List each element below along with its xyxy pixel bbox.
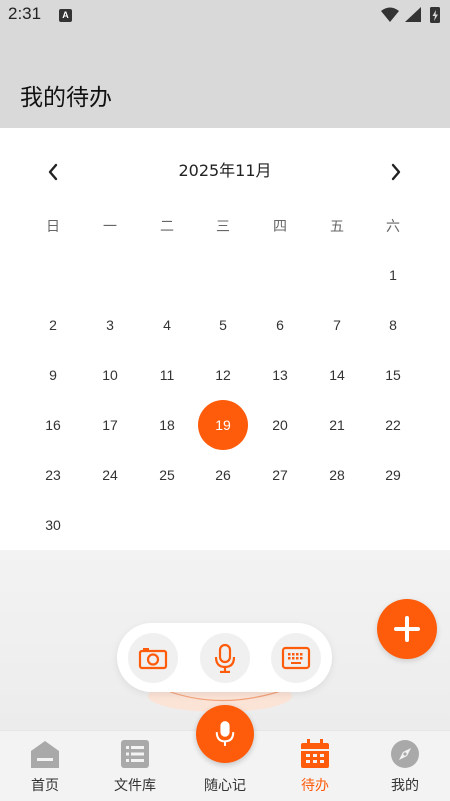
weekday-label: 二 <box>160 219 174 235</box>
nav-todo[interactable]: 待办 <box>270 731 360 801</box>
weekday-label: 一 <box>103 219 117 235</box>
calendar-day[interactable]: 5 <box>203 305 243 345</box>
compass-icon <box>391 740 419 768</box>
calendar-day[interactable]: 22 <box>373 405 413 445</box>
calendar-day[interactable]: 7 <box>317 305 357 345</box>
calendar-day[interactable]: 17 <box>90 405 130 445</box>
calendar-day[interactable]: 30 <box>33 505 73 545</box>
calendar-day[interactable]: 9 <box>33 355 73 395</box>
microphone-icon <box>214 643 236 673</box>
nav-profile[interactable]: 我的 <box>360 731 450 801</box>
calendar-month-title: 2025年11月 <box>178 161 272 180</box>
keyboard-input-button[interactable] <box>271 633 321 683</box>
calendar-day[interactable]: 14 <box>317 355 357 395</box>
chevron-left-icon <box>48 163 58 181</box>
signal-icon <box>405 7 421 22</box>
nav-home-label: 首页 <box>31 778 59 794</box>
calendar-day[interactable]: 13 <box>260 355 300 395</box>
nav-file-library-label: 文件库 <box>114 778 156 794</box>
wifi-icon <box>381 7 399 22</box>
page-header: 我的待办 <box>0 30 450 128</box>
nav-todo-label: 待办 <box>301 778 329 794</box>
calendar-day[interactable]: 6 <box>260 305 300 345</box>
weekday-label: 四 <box>273 219 287 235</box>
status-time: 2:31 <box>8 4 42 23</box>
voice-note-button[interactable] <box>196 705 254 763</box>
weekday-label: 三 <box>216 219 230 235</box>
previous-month-button[interactable] <box>41 158 65 186</box>
calendar-day-selected[interactable]: 19 <box>198 400 248 450</box>
calendar-day[interactable]: 23 <box>33 455 73 495</box>
nav-home[interactable]: 首页 <box>0 731 90 801</box>
voice-record-button[interactable] <box>200 633 250 683</box>
calendar-icon <box>301 739 329 768</box>
camera-button[interactable] <box>128 633 178 683</box>
calendar-day[interactable]: 24 <box>90 455 130 495</box>
calendar-day[interactable]: 8 <box>373 305 413 345</box>
nav-profile-label: 我的 <box>391 778 419 794</box>
calendar-day[interactable]: 29 <box>373 455 413 495</box>
calendar-day[interactable]: 10 <box>90 355 130 395</box>
calendar-day[interactable]: 11 <box>147 355 187 395</box>
weekday-label: 五 <box>330 219 344 235</box>
calendar: 2025年11月 日一二三四五六 1 2 3 4 5 6 7 8 9 10 11 12 13 14 15 16… <box>0 128 450 550</box>
weekday-label: 六 <box>386 219 400 235</box>
calendar-day[interactable]: 20 <box>260 405 300 445</box>
calendar-day[interactable]: 26 <box>203 455 243 495</box>
add-todo-button[interactable] <box>377 599 437 659</box>
calendar-day[interactable]: 4 <box>147 305 187 345</box>
notification-badge: A <box>59 9 72 22</box>
chevron-right-icon <box>391 163 401 181</box>
calendar-day[interactable]: 28 <box>317 455 357 495</box>
weekday-label: 日 <box>46 219 60 235</box>
calendar-day[interactable]: 1 <box>373 255 413 295</box>
calendar-day[interactable]: 12 <box>203 355 243 395</box>
next-month-button[interactable] <box>384 158 408 186</box>
calendar-day[interactable]: 25 <box>147 455 187 495</box>
calendar-day[interactable]: 15 <box>373 355 413 395</box>
calendar-day[interactable]: 18 <box>147 405 187 445</box>
file-library-icon <box>121 740 149 768</box>
calendar-day[interactable]: 2 <box>33 305 73 345</box>
plus-icon <box>394 616 420 642</box>
calendar-day[interactable]: 21 <box>317 405 357 445</box>
page-title: 我的待办 <box>20 85 112 111</box>
status-bar: 2:31 A <box>0 0 450 30</box>
nav-quick-note-label: 随心记 <box>204 778 246 794</box>
status-icons <box>381 7 440 23</box>
calendar-day[interactable]: 16 <box>33 405 73 445</box>
calendar-day[interactable]: 3 <box>90 305 130 345</box>
microphone-icon <box>215 721 235 746</box>
keyboard-icon <box>281 646 311 670</box>
home-icon <box>31 741 59 768</box>
calendar-day[interactable]: 27 <box>260 455 300 495</box>
nav-file-library[interactable]: 文件库 <box>90 731 180 801</box>
quick-capture-menu <box>117 623 332 692</box>
camera-icon <box>138 648 168 670</box>
